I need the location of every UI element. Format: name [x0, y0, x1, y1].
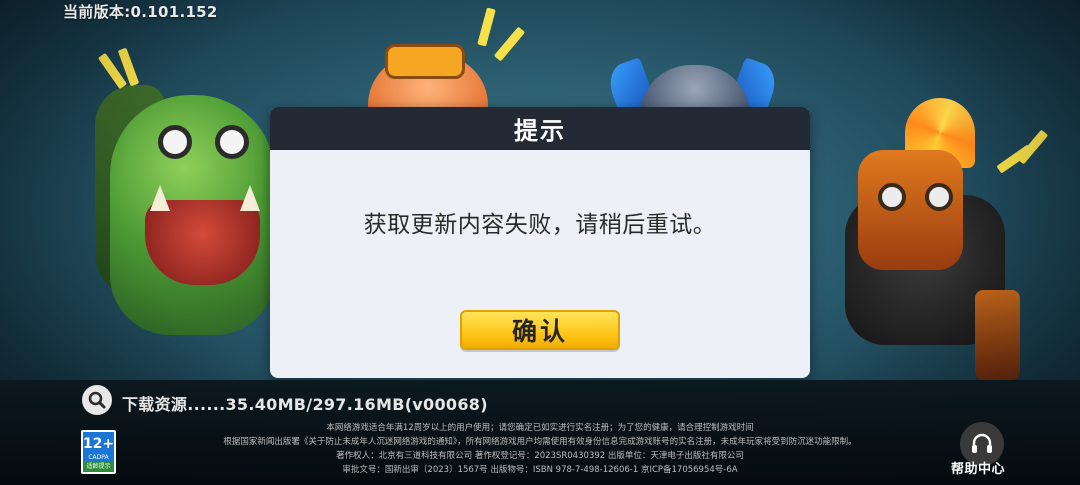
search-icon: [82, 385, 112, 415]
notice-line: 审批文号：国新出审〔2023〕1567号 出版物号：ISBN 978-7-498…: [342, 465, 738, 475]
dialog-header: 提示: [270, 107, 810, 150]
dialog-message: 获取更新内容失败，请稍后重试。: [363, 212, 717, 238]
version-label: 当前版本:0.101.152: [63, 3, 218, 21]
notice-line: 根据国家新闻出版署《关于防止未成年人沉迷网络游戏的通知》，所有网络游戏用户均需使…: [223, 437, 857, 447]
headset-icon-glyph: [972, 433, 992, 453]
notice-line: 著作权人：北京有三道科技有限公司 著作权登记号：2023SR0430392 出版…: [336, 451, 744, 461]
confirm-button[interactable]: 确认: [460, 310, 620, 350]
help-center-label[interactable]: 帮助中心: [951, 458, 1005, 477]
alert-dialog: 提示 获取更新内容失败，请稍后重试。 确认: [270, 107, 810, 378]
search-icon-glyph: [88, 391, 106, 409]
dialog-title: 提示: [514, 117, 566, 145]
notice-line: 本网络游戏适合年满12周岁以上的用户使用；请您确定已如实进行实名注册；为了您的健…: [326, 423, 754, 433]
download-progress-text: 下载资源......35.40MB/297.16MB(v00068): [122, 395, 488, 414]
